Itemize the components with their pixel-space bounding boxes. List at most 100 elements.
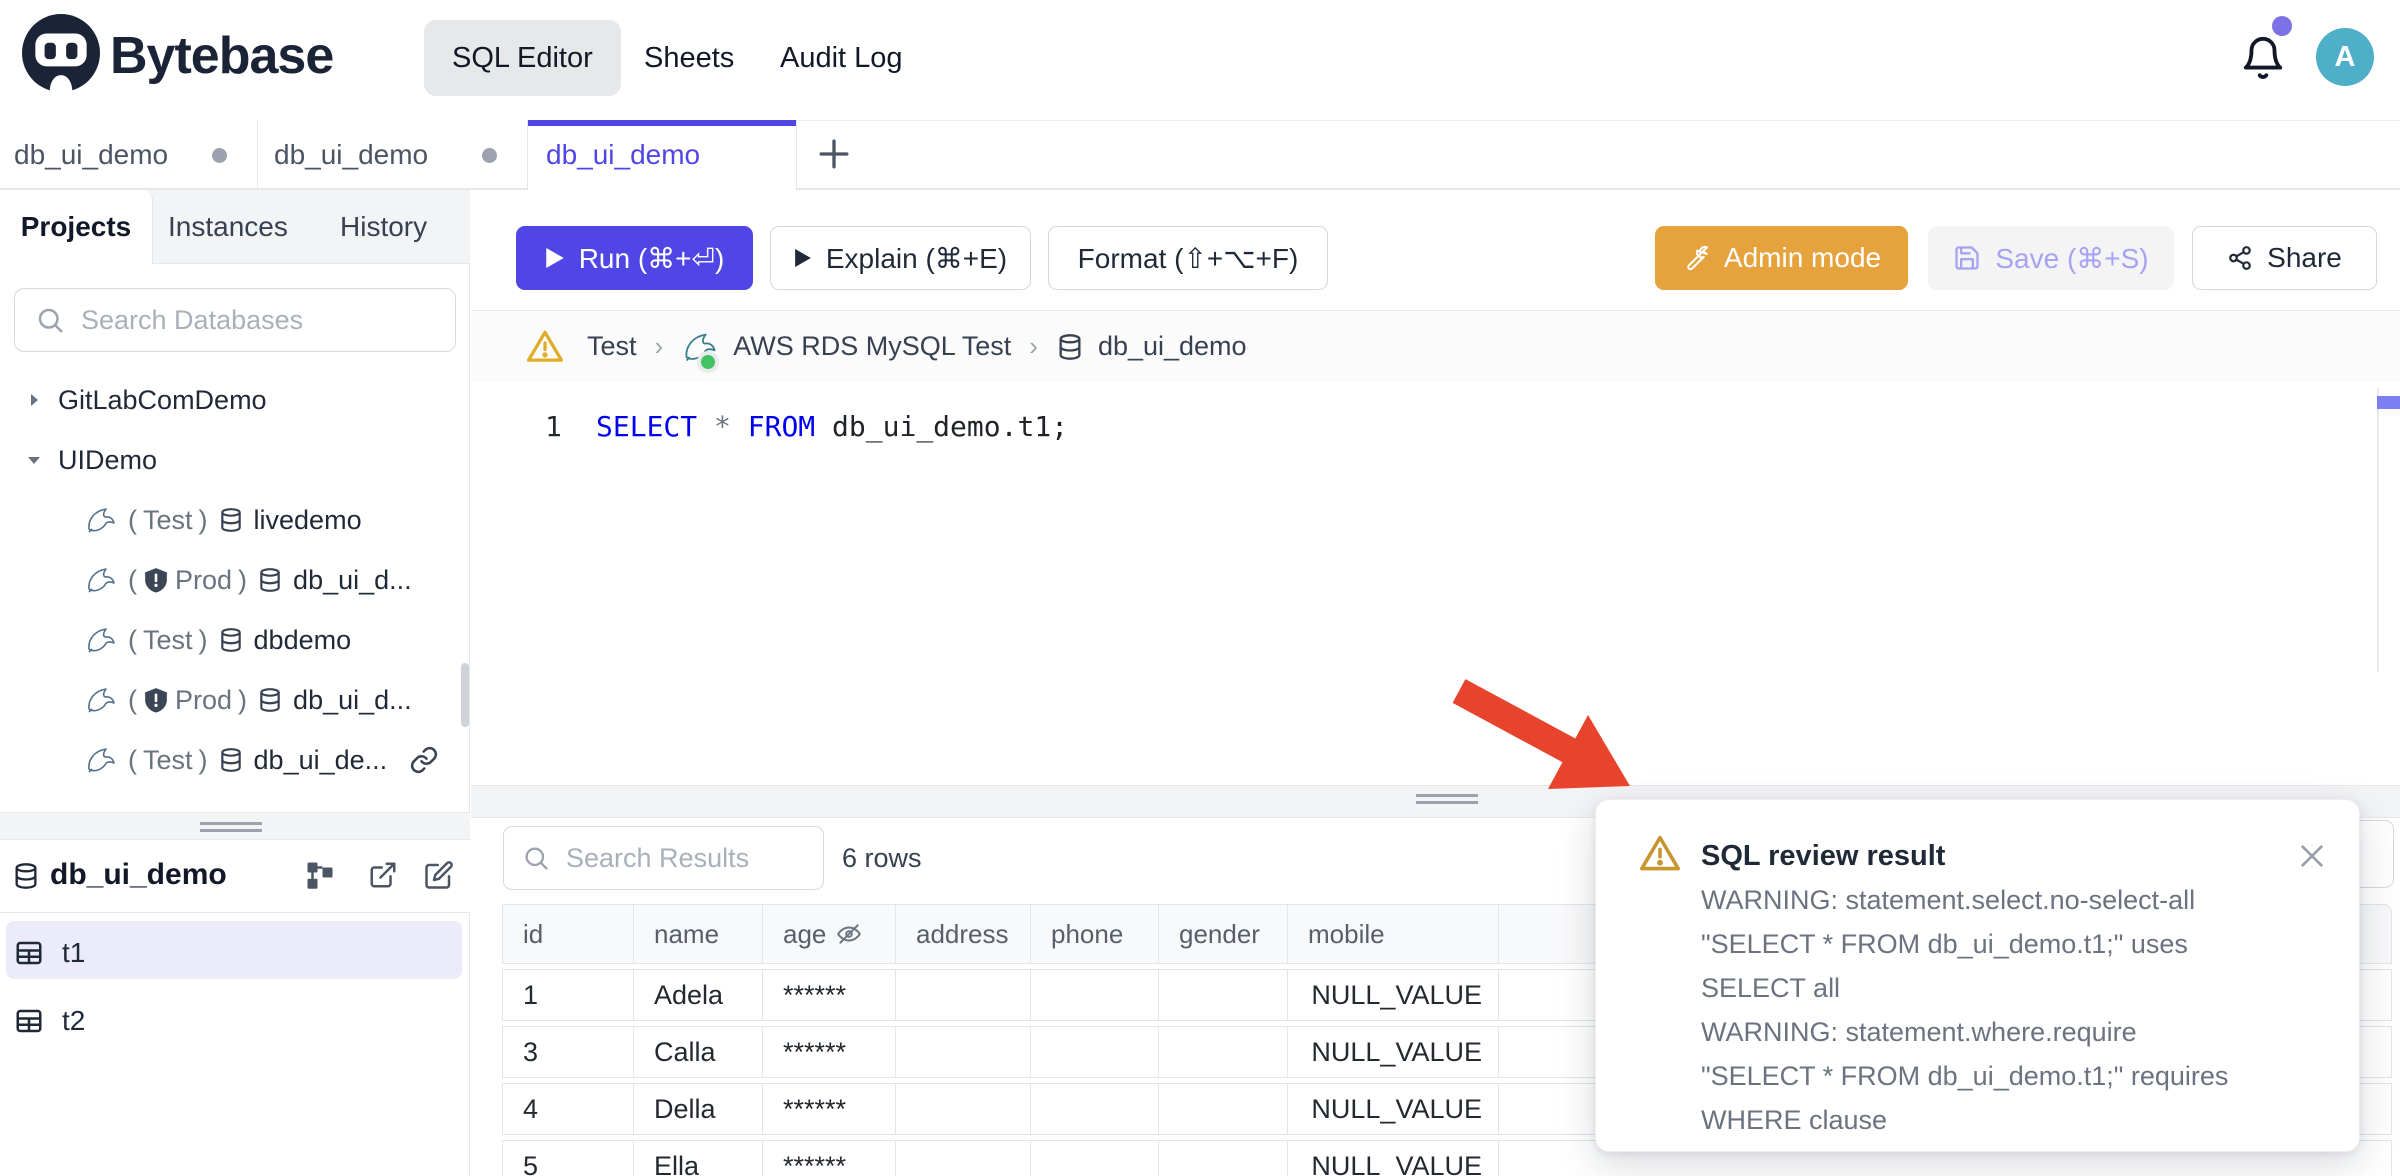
cell-gender bbox=[1158, 1140, 1287, 1176]
tree-db-selected[interactable]: Test db_ui_de... bbox=[0, 731, 470, 789]
table-item-t1[interactable]: t1 bbox=[0, 920, 470, 986]
connection-breadcrumb: Test › AWS RDS MySQL Test › db_ui_demo bbox=[471, 310, 2400, 382]
share-label: Share bbox=[2267, 242, 2342, 274]
cell-phone bbox=[1030, 1140, 1158, 1176]
share-button[interactable]: Share bbox=[2192, 226, 2377, 290]
tree-db-dbdemo[interactable]: Test dbdemo bbox=[0, 610, 470, 670]
avatar[interactable]: A bbox=[2316, 28, 2374, 86]
warning-line: WHERE clause bbox=[1701, 1098, 2281, 1142]
cell-id: 3 bbox=[502, 1026, 633, 1078]
save-button[interactable]: Save (⌘+S) bbox=[1928, 226, 2174, 290]
nav-audit-log[interactable]: Audit Log bbox=[752, 20, 931, 96]
cell-mobile: NULL_VALUE bbox=[1287, 1083, 1498, 1135]
table-item-t2[interactable]: t2 bbox=[0, 988, 470, 1054]
sql-code-line: SELECT * FROM db_ui_demo.t1; bbox=[596, 410, 1068, 443]
notification-dot bbox=[2272, 16, 2292, 36]
play-icon bbox=[545, 246, 565, 270]
nav-sheets[interactable]: Sheets bbox=[616, 20, 762, 96]
column-header-phone[interactable]: phone bbox=[1030, 904, 1158, 964]
explain-label: Explain (⌘+E) bbox=[826, 242, 1007, 275]
tab-instances[interactable]: Instances bbox=[168, 190, 288, 263]
breadcrumb-database[interactable]: db_ui_demo bbox=[1098, 331, 1247, 362]
app-header: Bytebase SQL Editor Sheets Audit Log A bbox=[0, 0, 2400, 120]
query-tab-1[interactable]: db_ui_demo bbox=[0, 120, 258, 190]
database-icon bbox=[257, 686, 283, 714]
cell-age-masked: ****** bbox=[762, 1026, 895, 1078]
cell-phone bbox=[1030, 1026, 1158, 1078]
warning-line: WARNING: statement.where.require bbox=[1701, 1010, 2281, 1054]
share-icon bbox=[2227, 245, 2253, 271]
column-header-address[interactable]: address bbox=[895, 904, 1030, 964]
database-icon bbox=[218, 626, 244, 654]
env-tag: Test bbox=[128, 745, 208, 776]
cell-name: Adela bbox=[633, 969, 762, 1021]
tab-projects[interactable]: Projects bbox=[0, 190, 153, 264]
cell-gender bbox=[1158, 1083, 1287, 1135]
cell-mobile: NULL_VALUE bbox=[1287, 969, 1498, 1021]
nav-sql-editor[interactable]: SQL Editor bbox=[424, 20, 621, 96]
status-green-dot bbox=[697, 351, 719, 373]
shield-protected-icon bbox=[143, 686, 169, 714]
column-header-id[interactable]: id bbox=[502, 904, 633, 964]
cell-gender bbox=[1158, 1026, 1287, 1078]
tree-db-prod-1[interactable]: Prod db_ui_d... bbox=[0, 550, 470, 610]
search-placeholder: Search Results bbox=[566, 843, 749, 874]
link-connected-icon[interactable] bbox=[409, 745, 439, 775]
column-header-name[interactable]: name bbox=[633, 904, 762, 964]
tree-db-livedemo[interactable]: Test livedemo bbox=[0, 490, 470, 550]
chevron-right-icon: › bbox=[655, 331, 664, 362]
env-tag: Test bbox=[128, 505, 208, 536]
tab-status-dot bbox=[212, 148, 227, 163]
database-icon bbox=[218, 746, 244, 774]
add-tab-icon[interactable] bbox=[812, 132, 856, 176]
column-header-mobile[interactable]: mobile bbox=[1287, 904, 1498, 964]
editor-ruler-marker bbox=[2377, 396, 2400, 409]
env-tag: Test bbox=[128, 625, 208, 656]
query-tab-3-active[interactable]: db_ui_demo bbox=[528, 120, 797, 190]
column-header-age[interactable]: age bbox=[762, 904, 895, 964]
database-name: db_ui_de... bbox=[254, 745, 388, 776]
search-placeholder: Search Databases bbox=[81, 305, 303, 336]
edit-icon[interactable] bbox=[424, 860, 454, 890]
breadcrumb-environment[interactable]: Test bbox=[587, 331, 637, 362]
sidebar-scrollbar[interactable] bbox=[461, 663, 469, 727]
database-panel-title: db_ui_demo bbox=[50, 858, 227, 892]
query-tab-2[interactable]: db_ui_demo bbox=[258, 120, 528, 190]
bytebase-logo-icon[interactable] bbox=[22, 14, 100, 92]
external-link-icon[interactable] bbox=[368, 860, 398, 890]
format-button[interactable]: Format (⇧+⌥+F) bbox=[1048, 226, 1328, 290]
tree-db-prod-2[interactable]: Prod db_ui_d... bbox=[0, 670, 470, 730]
cell-address bbox=[895, 969, 1030, 1021]
sidebar-splitter[interactable] bbox=[0, 812, 470, 840]
run-button[interactable]: Run (⌘+⏎) bbox=[516, 226, 753, 290]
tab-bar-divider bbox=[0, 188, 2400, 190]
explain-button[interactable]: Explain (⌘+E) bbox=[770, 226, 1031, 290]
search-icon bbox=[522, 844, 550, 872]
notification-bell-icon[interactable] bbox=[2240, 34, 2286, 82]
search-results-input[interactable]: Search Results bbox=[503, 826, 824, 890]
cell-gender bbox=[1158, 969, 1287, 1021]
env-label: Prod bbox=[175, 565, 232, 596]
env-tag: Prod bbox=[128, 685, 247, 716]
schema-diagram-icon[interactable] bbox=[305, 860, 335, 890]
column-header-gender[interactable]: gender bbox=[1158, 904, 1287, 964]
mysql-dolphin-icon bbox=[84, 744, 118, 776]
cell-address bbox=[895, 1083, 1030, 1135]
tree-project-uidemo[interactable]: UIDemo bbox=[0, 430, 470, 490]
row-count: 6 rows bbox=[842, 843, 922, 874]
tab-history[interactable]: History bbox=[340, 190, 427, 263]
sql-keyword: FROM bbox=[748, 410, 815, 443]
mysql-dolphin-icon bbox=[84, 504, 118, 536]
mysql-dolphin-icon bbox=[84, 684, 118, 716]
cell-id: 5 bbox=[502, 1140, 633, 1176]
cell-age-masked: ****** bbox=[762, 1140, 895, 1176]
save-floppy-icon bbox=[1953, 244, 1981, 272]
breadcrumb-instance[interactable]: AWS RDS MySQL Test bbox=[733, 331, 1011, 362]
tree-project-gitlabcomdemo[interactable]: GitLabComDemo bbox=[0, 370, 470, 430]
format-label: Format (⇧+⌥+F) bbox=[1078, 242, 1299, 275]
search-databases-input[interactable]: Search Databases bbox=[14, 288, 456, 352]
close-icon[interactable] bbox=[2296, 840, 2328, 872]
admin-mode-button[interactable]: Admin mode bbox=[1655, 226, 1908, 290]
brand-wordmark[interactable]: Bytebase bbox=[110, 26, 333, 86]
warning-triangle-icon bbox=[525, 329, 565, 365]
